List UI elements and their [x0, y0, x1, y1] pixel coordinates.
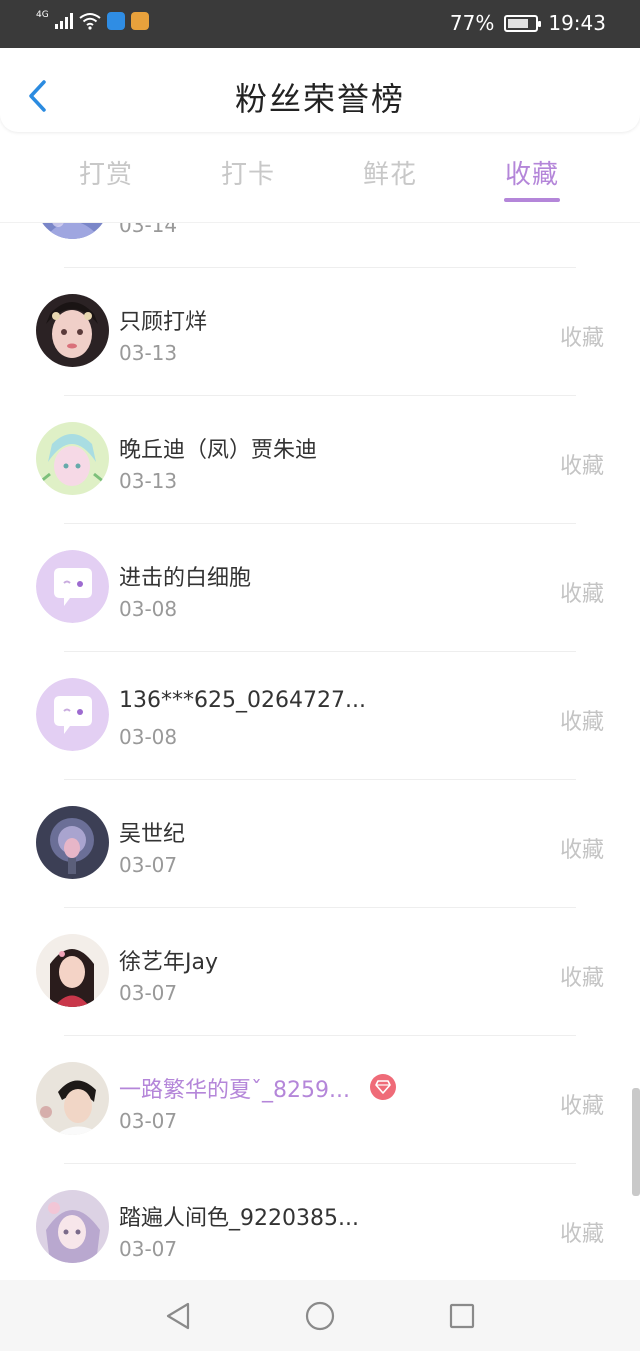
default-chat-avatar-icon[interactable]	[36, 678, 109, 751]
page-title: 粉丝荣誉榜	[234, 80, 405, 118]
list-item[interactable]: 踏遍人间色_9220385... 03-07 收藏	[0, 1164, 640, 1280]
favorite-action-label: 收藏	[560, 223, 604, 224]
date-label: 03-08	[119, 725, 178, 749]
tab-label: 收藏	[504, 160, 559, 190]
user-name: 踏遍人间色_9220385...	[119, 1206, 359, 1231]
recents-square-icon	[449, 1303, 475, 1328]
date-label: 03-07	[119, 853, 178, 877]
back-triangle-icon	[166, 1302, 190, 1329]
avatar[interactable]	[36, 422, 109, 495]
favorite-action-label: 收藏	[559, 1094, 604, 1119]
list-item[interactable]: 一路繁华的夏ˇ_8259... 03-07 收藏	[0, 1036, 640, 1164]
box-app-icon	[130, 12, 149, 30]
favorite-action-label: 收藏	[559, 1222, 604, 1247]
fan-list[interactable]: 03-14 收藏 只顾打烊 03-13 收藏 晚丘迪（凤）贾朱迪 03-13 收…	[0, 223, 640, 1280]
avatar[interactable]	[36, 1062, 109, 1135]
date-label: 03-08	[119, 597, 178, 621]
avatar[interactable]	[36, 806, 109, 879]
user-name: 徐艺年Jay	[119, 950, 218, 975]
active-tab-indicator	[504, 198, 560, 202]
tab-label: 打赏	[78, 160, 133, 190]
nav-back-button[interactable]	[107, 1280, 249, 1351]
tab-flowers[interactable]: 鲜花	[319, 140, 461, 222]
status-bar: 4G 77% 19:43	[0, 0, 640, 48]
default-chat-avatar-icon[interactable]	[36, 550, 109, 623]
user-name: 一路繁华的夏ˇ_8259...	[119, 1078, 350, 1103]
tab-checkin[interactable]: 打卡	[177, 140, 319, 222]
nav-recents-button[interactable]	[391, 1280, 533, 1351]
tab-bar: 打赏 打卡 鲜花 收藏	[0, 140, 640, 222]
tab-reward[interactable]: 打赏	[35, 140, 177, 222]
avatar[interactable]	[36, 1190, 109, 1263]
list-item[interactable]: 只顾打烊 03-13 收藏	[0, 268, 640, 396]
user-name: 136***625_0264727...	[119, 688, 366, 713]
battery-percent: 77%	[449, 11, 495, 35]
tab-favorites[interactable]: 收藏	[461, 140, 603, 222]
list-item[interactable]: 136***625_0264727... 03-08 收藏	[0, 652, 640, 780]
user-name: 吴世纪	[119, 822, 186, 847]
tab-label: 鲜花	[362, 160, 417, 190]
date-label: 03-07	[119, 981, 178, 1005]
list-item[interactable]: 吴世纪 03-07 收藏	[0, 780, 640, 908]
app-header: 粉丝荣誉榜	[0, 48, 640, 132]
date-label: 03-07	[119, 1109, 178, 1133]
wifi-icon	[79, 13, 101, 30]
favorite-action-label: 收藏	[559, 326, 604, 351]
nav-home-button[interactable]	[249, 1280, 391, 1351]
date-label: 03-13	[119, 469, 178, 493]
battery-icon	[504, 14, 542, 32]
list-item[interactable]: 徐艺年Jay 03-07 收藏	[0, 908, 640, 1036]
battery-fill	[508, 18, 529, 28]
list-item[interactable]: 03-14 收藏	[0, 223, 640, 268]
shield-app-icon	[106, 12, 125, 30]
scrollbar[interactable]	[632, 1088, 640, 1196]
signal-icon	[54, 13, 73, 29]
clock: 19:43	[548, 11, 606, 35]
avatar[interactable]	[36, 294, 109, 367]
user-name: 进击的白细胞	[119, 566, 252, 591]
date-label: 03-07	[119, 1237, 178, 1261]
tab-label: 打卡	[220, 160, 275, 190]
favorite-action-label: 收藏	[559, 838, 604, 863]
avatar[interactable]	[36, 934, 109, 1007]
favorite-action-label: 收藏	[559, 582, 604, 607]
favorite-action-label: 收藏	[559, 966, 604, 991]
status-left-icons: 4G	[36, 10, 149, 30]
favorite-action-label: 收藏	[559, 454, 604, 479]
user-name: 晚丘迪（凤）贾朱迪	[119, 438, 318, 463]
user-name: 只顾打烊	[119, 310, 208, 335]
avatar[interactable]	[36, 223, 109, 239]
status-right: 77% 19:43	[450, 11, 606, 35]
list-item[interactable]: 晚丘迪（凤）贾朱迪 03-13 收藏	[0, 396, 640, 524]
network-type-label: 4G	[36, 10, 49, 20]
system-nav-bar	[0, 1280, 640, 1351]
favorite-action-label: 收藏	[559, 710, 604, 735]
diamond-icon	[370, 1074, 396, 1100]
list-item[interactable]: 进击的白细胞 03-08 收藏	[0, 524, 640, 652]
date-label: 03-13	[119, 341, 178, 365]
home-circle-icon	[305, 1301, 335, 1330]
date-label: 03-14	[119, 223, 178, 237]
